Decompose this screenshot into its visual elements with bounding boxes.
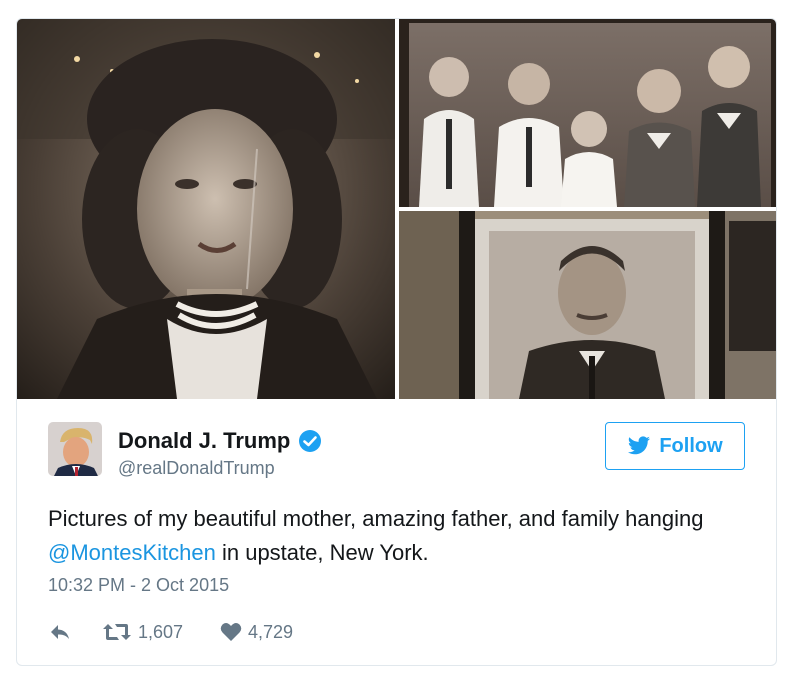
author-handle[interactable]: @realDonaldTrump bbox=[118, 458, 275, 479]
verified-badge-icon bbox=[298, 429, 322, 453]
retweet-icon bbox=[102, 622, 132, 642]
tweet-timestamp[interactable]: 10:32 PM - 2 Oct 2015 bbox=[48, 575, 229, 596]
tweet-actions: 1,607 4,729 bbox=[48, 617, 330, 647]
tweet-text-after: in upstate, New York. bbox=[215, 540, 429, 565]
retweet-count: 1,607 bbox=[138, 621, 184, 642]
tweet-text-before: Pictures of my beautiful mother, amazing… bbox=[48, 506, 704, 531]
author-display-name[interactable]: Donald J. Trump bbox=[118, 428, 290, 454]
tweet-media-grid bbox=[17, 19, 776, 399]
photo-mother-portrait[interactable] bbox=[17, 19, 395, 399]
reply-icon bbox=[48, 622, 72, 642]
follow-button[interactable]: Follow bbox=[605, 422, 745, 470]
twitter-bird-icon bbox=[627, 436, 651, 456]
photo-family-children[interactable] bbox=[399, 19, 776, 207]
photo-father-portrait[interactable] bbox=[399, 211, 776, 399]
name-line: Donald J. Trump bbox=[118, 426, 322, 456]
tweet-text: Pictures of my beautiful mother, amazing… bbox=[48, 502, 748, 570]
avatar[interactable] bbox=[48, 422, 102, 476]
like-button[interactable]: 4,729 bbox=[220, 622, 330, 643]
retweet-button[interactable]: 1,607 bbox=[102, 622, 220, 643]
reply-button[interactable] bbox=[48, 622, 102, 642]
follow-label: Follow bbox=[659, 434, 723, 457]
mention-link[interactable]: @MontesKitchen bbox=[48, 540, 216, 565]
like-count: 4,729 bbox=[248, 621, 294, 642]
tweet-card[interactable]: Donald J. Trump @realDonaldTrump Follow … bbox=[16, 18, 777, 666]
heart-icon bbox=[220, 622, 242, 642]
